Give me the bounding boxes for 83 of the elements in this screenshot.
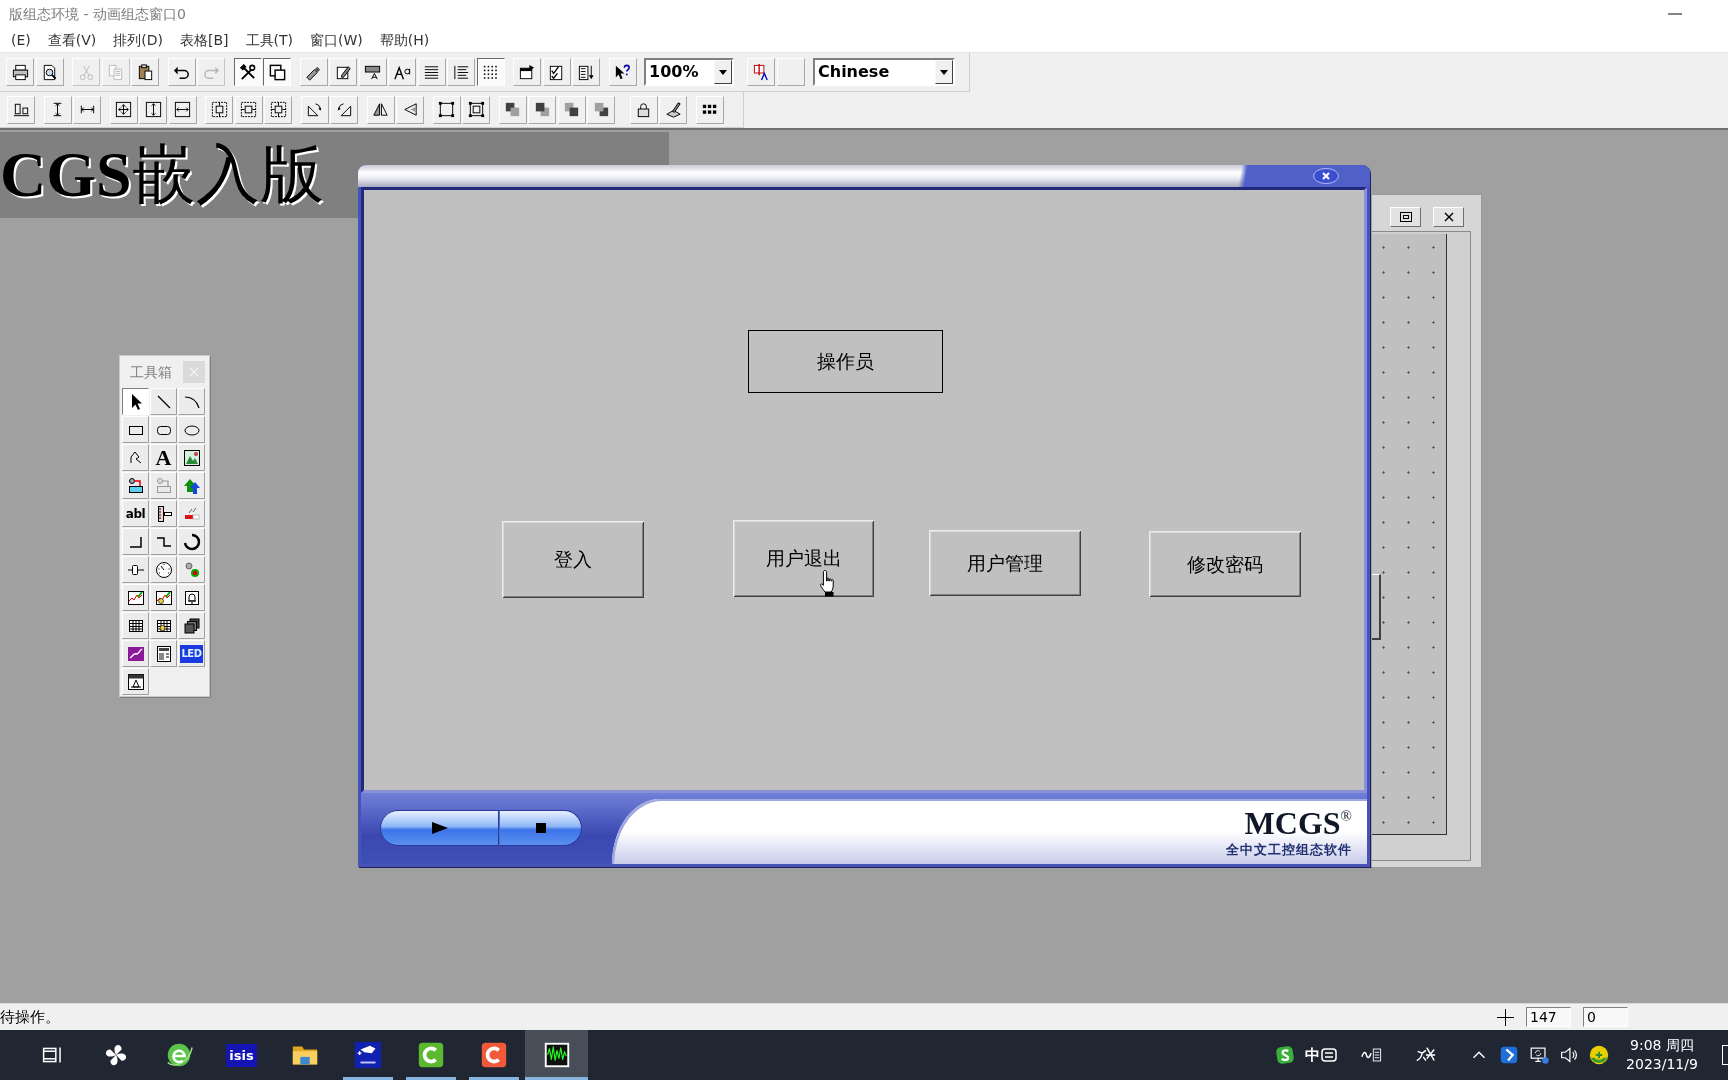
menu-item[interactable]: 排列(D) xyxy=(111,30,165,50)
close-button[interactable] xyxy=(1313,168,1339,184)
canvas-button[interactable]: 修改密码 xyxy=(1149,531,1301,597)
layers-icon xyxy=(562,100,581,119)
monitor-app-icon xyxy=(352,1040,383,1070)
toolbar-button[interactable] xyxy=(476,58,505,86)
center-cross-icon xyxy=(114,100,133,119)
horizontal-arrows-icon xyxy=(173,100,192,119)
vertical-arrows-icon xyxy=(143,100,163,119)
menu-item[interactable]: 窗口(W) xyxy=(308,30,365,50)
logo-tagline: 全中文工控组态软件 xyxy=(1226,842,1352,858)
stacked-squares-icon xyxy=(181,615,202,636)
window-icon xyxy=(125,671,146,692)
zoom-combo[interactable]: 100% xyxy=(644,58,734,86)
menu-item[interactable]: 表格[B] xyxy=(178,30,231,50)
printer-icon xyxy=(10,62,30,82)
center-square-icon xyxy=(209,100,229,119)
input-mode-button[interactable]: 中 xyxy=(1303,1030,1339,1080)
window-title: 版组态环境 - 动画组态窗口0 xyxy=(9,5,186,23)
plus-circle-icon xyxy=(1588,1044,1610,1066)
play-button[interactable] xyxy=(380,810,499,846)
speaker-icon xyxy=(1558,1044,1580,1066)
hand-cursor-icon xyxy=(819,569,837,597)
crosshair-icon xyxy=(1497,1008,1514,1026)
tool-button[interactable] xyxy=(122,388,149,415)
clock-time: 9:08 周四 xyxy=(1630,1036,1694,1055)
menu-item[interactable]: 帮助(H) xyxy=(377,30,432,50)
coordinate-field: 0 xyxy=(1583,1007,1628,1027)
minimize-icon xyxy=(1668,13,1682,15)
stop-button[interactable] xyxy=(499,810,582,846)
group-icon xyxy=(437,100,456,119)
status-message: 待操作。 xyxy=(0,1008,60,1026)
rotate-icon xyxy=(305,100,324,119)
taskbar-app-button[interactable] xyxy=(525,1030,588,1080)
clock-date: 2023/11/9 xyxy=(1626,1055,1698,1074)
language-icon xyxy=(751,62,771,82)
keyboard-icon xyxy=(1321,1048,1337,1062)
toolbox-title: 工具箱 xyxy=(130,363,172,381)
language-combo[interactable]: Chinese xyxy=(813,58,955,86)
app-tray-icon xyxy=(1498,1044,1520,1066)
dropdown-button[interactable] xyxy=(935,60,953,84)
swirl-logo-icon xyxy=(1274,1044,1296,1066)
pen-icon xyxy=(663,100,683,119)
center-square-icon xyxy=(239,100,258,119)
canvas-button[interactable]: 登入 xyxy=(502,521,644,598)
caret-down-icon xyxy=(940,69,948,75)
frame-icon xyxy=(267,62,287,82)
taskbar-app-button[interactable]: isis xyxy=(210,1030,273,1080)
logo-text: MCGS$^{®}$ xyxy=(1244,807,1352,839)
toolbar-button[interactable] xyxy=(233,58,262,86)
play-icon xyxy=(431,822,448,834)
canvas-button[interactable]: 用户管理 xyxy=(929,530,1081,596)
layers-icon xyxy=(503,100,522,119)
center-square-icon xyxy=(268,100,288,119)
canvas-button[interactable]: 用户退出 xyxy=(733,520,874,597)
hammer-wrench-icon xyxy=(238,62,257,82)
close-icon xyxy=(1443,212,1454,222)
tool-button[interactable]: LED xyxy=(178,640,205,667)
coordinate-field: 147 xyxy=(1526,1007,1571,1027)
show-desktop-button[interactable] xyxy=(1722,1045,1728,1065)
gauge-icon xyxy=(153,559,174,580)
canvas-button-edge xyxy=(1372,574,1381,640)
copy-icon xyxy=(106,62,125,82)
help-pointer-icon xyxy=(613,62,632,82)
ungroup-icon xyxy=(466,100,486,119)
tool-button[interactable]: A xyxy=(150,444,177,471)
caret-down-icon xyxy=(719,69,727,75)
close-icon xyxy=(189,367,199,377)
network-icon xyxy=(1528,1044,1550,1066)
menu-item[interactable]: 查看(V) xyxy=(45,30,99,50)
menu-item[interactable]: (E) xyxy=(9,30,33,50)
restore-icon xyxy=(1399,212,1412,222)
properties-icon xyxy=(517,62,537,82)
restore-button[interactable] xyxy=(1390,207,1421,227)
dropdown-button[interactable] xyxy=(714,60,732,84)
arc-ring-icon xyxy=(181,531,202,552)
menu-item[interactable]: 工具(T) xyxy=(243,30,296,50)
tool-button[interactable]: abl xyxy=(122,500,149,527)
toolbar-button[interactable] xyxy=(263,58,291,86)
picture-icon xyxy=(181,447,202,468)
close-icon xyxy=(1313,168,1339,184)
stop-icon xyxy=(535,823,546,833)
operator-label: 操作员 xyxy=(748,330,943,393)
